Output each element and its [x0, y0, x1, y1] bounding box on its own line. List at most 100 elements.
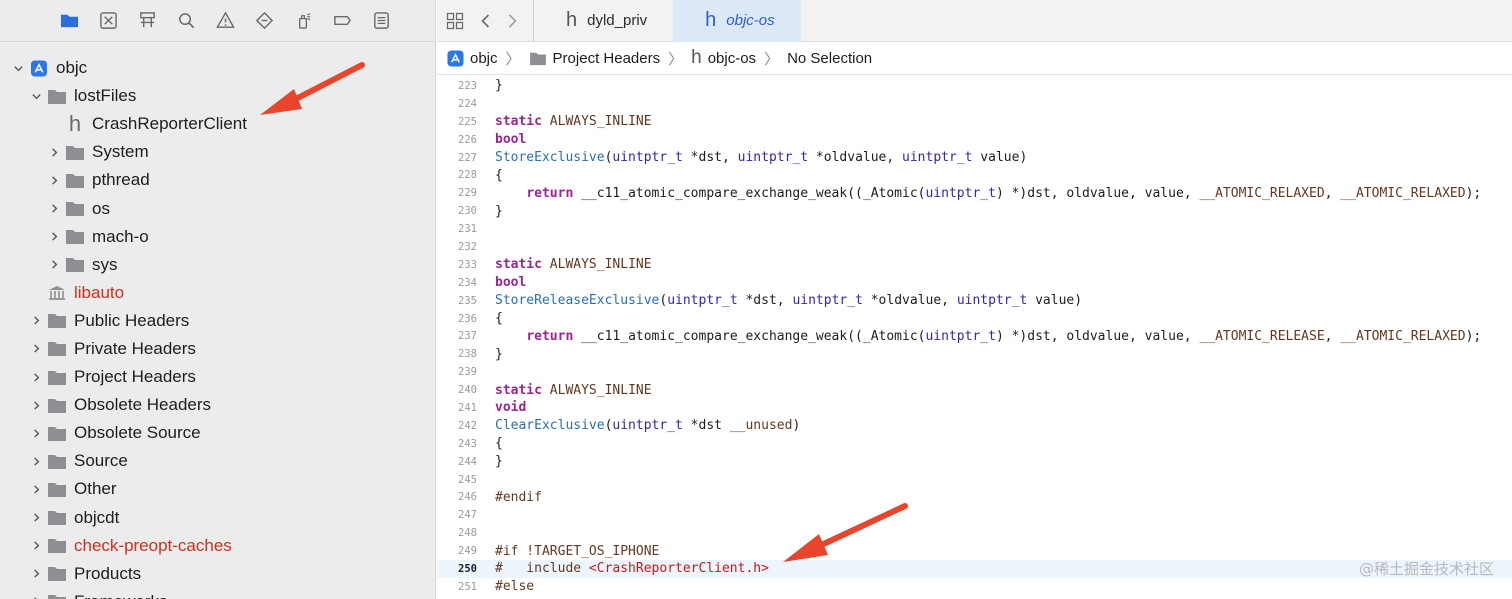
- code-line[interactable]: 241 void: [437, 399, 1512, 417]
- tree-item-private-headers[interactable]: Private Headers: [0, 335, 435, 363]
- code-line[interactable]: 236 {: [437, 310, 1512, 328]
- code-line[interactable]: 231: [437, 220, 1512, 238]
- report-navigator-button[interactable]: [362, 0, 401, 42]
- code-line[interactable]: 251 #else: [437, 578, 1512, 596]
- code-line[interactable]: 246 #endif: [437, 488, 1512, 506]
- code-line[interactable]: 229 return __c11_atomic_compare_exchange…: [437, 184, 1512, 202]
- code-line[interactable]: 239: [437, 363, 1512, 381]
- tab-objc-os[interactable]: h objc-os: [673, 0, 801, 42]
- code-line[interactable]: 226 bool: [437, 131, 1512, 149]
- code-area[interactable]: 223} 224 225 static ALWAYS_INLINE 226 bool 227…: [437, 77, 1512, 599]
- tree-item-frameworks[interactable]: Frameworks: [0, 588, 435, 599]
- test-navigator-button[interactable]: [245, 0, 284, 42]
- code-token: __ATOMIC_RELAXED: [1199, 185, 1325, 201]
- chevron-right-icon[interactable]: [30, 455, 42, 467]
- code-line[interactable]: 238}: [437, 345, 1512, 363]
- code-line[interactable]: 228 {: [437, 166, 1512, 184]
- tree-item-label: os: [92, 198, 110, 218]
- code-line[interactable]: 248: [437, 524, 1512, 542]
- code-line[interactable]: 224: [437, 95, 1512, 113]
- chevron-right-icon[interactable]: [48, 203, 60, 215]
- folder-icon: [47, 396, 67, 414]
- tree-item-objcdt[interactable]: objcdt: [0, 504, 435, 532]
- code-line[interactable]: 250 # include <CrashReporterClient.h>: [437, 560, 1512, 578]
- breakpoint-navigator-button[interactable]: [323, 0, 362, 42]
- chevron-right-icon[interactable]: [48, 146, 60, 158]
- tree-item-source[interactable]: Source: [0, 447, 435, 475]
- related-items-button[interactable]: [437, 0, 473, 42]
- chevron-right-icon[interactable]: [48, 259, 60, 271]
- source-control-navigator-button[interactable]: [89, 0, 128, 42]
- tree-item-sys[interactable]: sys: [0, 251, 435, 279]
- code-line[interactable]: 243 {: [437, 435, 1512, 453]
- chevron-right-icon[interactable]: [48, 231, 60, 243]
- tree-item-mach-o[interactable]: mach-o: [0, 223, 435, 251]
- code-line[interactable]: 235 StoreReleaseExclusive(uintptr_t *dst,…: [437, 292, 1512, 310]
- jumpbar-group[interactable]: Project Headers: [529, 50, 660, 67]
- code-text: }: [482, 347, 503, 362]
- watermark: @稀土掘金技术社区: [1358, 560, 1494, 578]
- tree-item-obsolete-source[interactable]: Obsolete Source: [0, 419, 435, 447]
- tree-item-public-headers[interactable]: Public Headers: [0, 307, 435, 335]
- tree-item-objc[interactable]: objc: [0, 54, 435, 82]
- tree-item-label: Private Headers: [74, 338, 196, 358]
- code-text: static ALWAYS_INLINE: [482, 257, 652, 272]
- tree-item-other[interactable]: Other: [0, 475, 435, 503]
- tree-item-check-preopt-caches[interactable]: check-preopt-caches: [0, 532, 435, 560]
- forward-button[interactable]: [499, 0, 525, 42]
- code-line[interactable]: 242 ClearExclusive(uintptr_t *dst __unuse…: [437, 417, 1512, 435]
- chevron-right-icon[interactable]: [30, 427, 42, 439]
- project-navigator-button[interactable]: [50, 0, 89, 42]
- chevron-right-icon[interactable]: [30, 512, 42, 524]
- find-navigator-button[interactable]: [167, 0, 206, 42]
- tree-item-os[interactable]: os: [0, 194, 435, 222]
- tree-item-pthread[interactable]: pthread: [0, 166, 435, 194]
- code-line[interactable]: 249 #if !TARGET_OS_IPHONE: [437, 542, 1512, 560]
- code-line[interactable]: 237 return __c11_atomic_compare_exchange…: [437, 327, 1512, 345]
- chevron-right-icon[interactable]: [30, 399, 42, 411]
- code-token: );: [1465, 185, 1482, 201]
- tree-item-obsolete-headers[interactable]: Obsolete Headers: [0, 391, 435, 419]
- back-button[interactable]: [473, 0, 499, 42]
- code-line[interactable]: 227 StoreExclusive(uintptr_t *dst, uintpt…: [437, 149, 1512, 167]
- code-line[interactable]: 230}: [437, 202, 1512, 220]
- jumpbar-project[interactable]: objc: [447, 50, 498, 67]
- jumpbar-symbol[interactable]: No Selection: [787, 50, 872, 67]
- chevron-right-icon[interactable]: [30, 371, 42, 383]
- issue-navigator-button[interactable]: [206, 0, 245, 42]
- chevron-right-icon[interactable]: [30, 315, 42, 327]
- tree-item-lostfiles[interactable]: lostFiles: [0, 82, 435, 110]
- line-number: 243: [458, 437, 477, 450]
- chevron-right-icon[interactable]: [30, 540, 42, 552]
- jumpbar-file[interactable]: h objc-os: [691, 47, 756, 69]
- code-token: *oldvalue,: [808, 150, 903, 165]
- tab-dyld-priv[interactable]: h dyld_priv: [534, 0, 673, 42]
- code-line[interactable]: 234 bool: [437, 274, 1512, 292]
- search-icon: [179, 13, 195, 29]
- code-token: return: [526, 328, 574, 344]
- tree-item-crashreporterclient[interactable]: h CrashReporterClient: [0, 110, 435, 138]
- code-line[interactable]: 247: [437, 506, 1512, 524]
- code-line[interactable]: 225 static ALWAYS_INLINE: [437, 113, 1512, 131]
- symbol-navigator-button[interactable]: [128, 0, 167, 42]
- chevron-down-icon[interactable]: [12, 62, 24, 74]
- code-line[interactable]: 240 static ALWAYS_INLINE: [437, 381, 1512, 399]
- chevron-right-icon[interactable]: [30, 483, 42, 495]
- code-line[interactable]: 233 static ALWAYS_INLINE: [437, 256, 1512, 274]
- chevron-right-icon[interactable]: [48, 174, 60, 186]
- code-line[interactable]: 232: [437, 238, 1512, 256]
- tree-item-libauto[interactable]: libauto: [0, 279, 435, 307]
- code-line[interactable]: 244}: [437, 453, 1512, 471]
- code-line[interactable]: 245: [437, 471, 1512, 489]
- chevron-right-icon[interactable]: [30, 343, 42, 355]
- debug-navigator-button[interactable]: [284, 0, 323, 42]
- tree-item-system[interactable]: System: [0, 138, 435, 166]
- code-token: *dst,: [682, 150, 738, 165]
- code-line[interactable]: 223}: [437, 77, 1512, 95]
- chevron-down-icon[interactable]: [30, 90, 42, 102]
- tree-item-products[interactable]: Products: [0, 560, 435, 588]
- chevron-right-icon[interactable]: [30, 568, 42, 580]
- tree-item-project-headers[interactable]: Project Headers: [0, 363, 435, 391]
- line-number: 235: [458, 294, 477, 307]
